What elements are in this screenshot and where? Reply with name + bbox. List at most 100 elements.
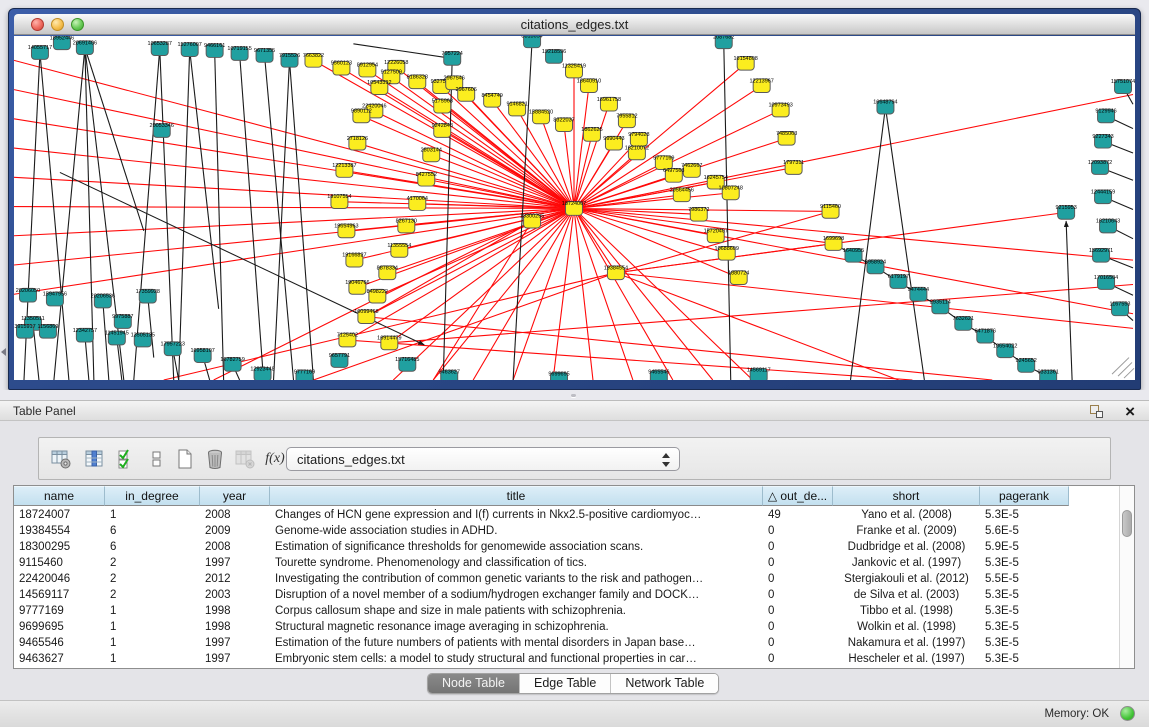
table-cell[interactable]: 1997 — [200, 555, 270, 571]
table-cell[interactable]: 5.3E-5 — [980, 651, 1069, 667]
table-cell[interactable]: 1 — [105, 619, 200, 635]
network-node[interactable]: 20206536 — [91, 294, 115, 308]
network-node[interactable]: 9975887 — [112, 314, 133, 328]
table-cell[interactable]: 1 — [105, 651, 200, 667]
table-cell[interactable]: Investigating the contribution of common… — [270, 571, 763, 587]
table-cell[interactable]: 9699695 — [14, 619, 105, 635]
table-cell[interactable]: 9115460 — [14, 555, 105, 571]
table-cell[interactable]: 0 — [763, 523, 833, 539]
table-cell[interactable]: 5.3E-5 — [980, 619, 1069, 635]
column-header-year[interactable]: year — [200, 486, 270, 506]
network-node[interactable]: 10973493 — [768, 103, 792, 117]
network-node[interactable]: 15751074 — [1111, 79, 1135, 93]
network-node[interactable]: 14569117 — [747, 368, 771, 380]
network-edge[interactable] — [240, 54, 264, 380]
table-cell[interactable]: Embryonic stem cells: a model to study s… — [270, 651, 763, 667]
table-cell[interactable]: 9465546 — [14, 635, 105, 651]
network-node[interactable]: 7957224 — [442, 51, 463, 65]
network-node[interactable]: 20564456 — [670, 187, 694, 201]
network-node[interactable]: 9699695 — [548, 372, 569, 380]
network-node[interactable]: 17957223 — [161, 341, 185, 355]
network-node[interactable]: 16914479 — [377, 336, 401, 350]
table-cell[interactable]: 0 — [763, 587, 833, 603]
network-node[interactable]: 9794028 — [628, 132, 649, 146]
network-graph[interactable]: 1872400795601238912954122260589127509818… — [14, 36, 1135, 380]
network-node[interactable]: 4170064 — [407, 196, 428, 210]
network-node[interactable]: 9560123 — [331, 61, 352, 75]
network-node[interactable]: 1167553 — [1110, 301, 1131, 315]
network-node[interactable]: 20206050 — [16, 288, 40, 302]
table-cell[interactable]: Disruption of a novel member of a sodium… — [270, 587, 763, 603]
column-header-title[interactable]: title — [270, 486, 763, 506]
column-header-in-degree[interactable]: in_degree — [105, 486, 200, 506]
network-node[interactable]: 7955812 — [616, 113, 637, 127]
table-cell[interactable]: 6 — [105, 523, 200, 539]
column-header-pagerank[interactable]: pagerank — [980, 486, 1069, 506]
network-node[interactable]: 2718126 — [347, 136, 368, 150]
table-cell[interactable]: Franke et al. (2009) — [833, 523, 980, 539]
table-cell[interactable]: Estimation of the future numbers of pati… — [270, 635, 763, 651]
network-edge[interactable] — [347, 340, 912, 380]
network-edge[interactable] — [616, 273, 898, 380]
network-node[interactable]: 17359928 — [136, 289, 160, 303]
network-node[interactable]: 1862625 — [581, 127, 602, 141]
network-node[interactable]: 9990443 — [603, 136, 624, 150]
network-node[interactable]: 2803144 — [421, 148, 442, 162]
scrollbar-thumb[interactable] — [1122, 510, 1132, 537]
table-cell[interactable]: 2 — [105, 587, 200, 603]
table-cell[interactable]: 19384554 — [14, 523, 105, 539]
table-row[interactable]: 1872400712008Changes of HCN gene express… — [14, 507, 1118, 523]
network-node[interactable]: 9657791 — [329, 353, 350, 367]
network-node[interactable]: 9215953 — [1055, 205, 1076, 219]
network-node[interactable]: 12213387 — [332, 163, 356, 177]
network-node[interactable]: 9146821 — [506, 102, 527, 116]
table-cell[interactable]: Jankovic et al. (1997) — [833, 555, 980, 571]
network-node[interactable]: 18952446 — [50, 36, 74, 50]
network-node[interactable]: 1156869 — [37, 324, 58, 338]
vertical-scrollbar[interactable] — [1119, 486, 1134, 668]
network-edge[interactable] — [85, 48, 144, 231]
network-node[interactable]: 8471876 — [975, 329, 996, 343]
network-node[interactable]: 5175968 — [432, 99, 453, 113]
table-cell[interactable]: Hescheler et al. (1997) — [833, 651, 980, 667]
table-cell[interactable]: 2 — [105, 571, 200, 587]
table-cell[interactable]: Corpus callosum shape and size in male p… — [270, 603, 763, 619]
table-cell[interactable]: 1 — [105, 603, 200, 619]
network-node[interactable]: 8912954 — [357, 63, 378, 77]
table-cell[interactable]: Nakamura et al. (1997) — [833, 635, 980, 651]
column-header-short[interactable]: short — [833, 486, 980, 506]
network-node[interactable]: 9115460 — [820, 204, 841, 218]
network-node[interactable]: 19166827 — [342, 253, 366, 267]
table-cell[interactable]: 1997 — [200, 635, 270, 651]
network-node[interactable]: 9245652 — [1016, 358, 1037, 372]
table-row[interactable]: 911546021997Tourette syndrome. Phenomeno… — [14, 555, 1118, 571]
table-row[interactable]: 2242004622012Investigating the contribut… — [14, 571, 1118, 587]
network-edge[interactable] — [215, 51, 224, 380]
table-cell[interactable]: 0 — [763, 603, 833, 619]
network-node[interactable]: 16782759 — [220, 357, 244, 371]
network-node[interactable]: 8267130 — [396, 219, 417, 233]
network-edge[interactable] — [574, 134, 592, 208]
network-node[interactable]: 8878334 — [377, 265, 398, 279]
network-node[interactable]: 9890112 — [351, 109, 372, 123]
table-cell[interactable]: 0 — [763, 635, 833, 651]
network-node[interactable]: 6497568 — [663, 168, 684, 182]
table-cell[interactable]: 1997 — [200, 651, 270, 667]
network-node[interactable]: 8813054 — [521, 36, 542, 48]
table-cell[interactable]: 6 — [105, 539, 200, 555]
network-node[interactable]: 7915526 — [279, 53, 300, 67]
network-edge[interactable] — [148, 296, 154, 357]
table-cell[interactable]: 5.3E-5 — [980, 587, 1069, 603]
table-cell[interactable]: 1 — [105, 635, 200, 651]
network-node[interactable]: 16958107 — [190, 348, 214, 362]
network-canvas[interactable]: 1872400795601238912954122260589127509818… — [14, 36, 1135, 380]
network-edge[interactable] — [574, 86, 589, 209]
table-cell[interactable]: 18724007 — [14, 507, 105, 523]
table-cell[interactable]: 5.3E-5 — [980, 603, 1069, 619]
network-node[interactable]: 15947956 — [43, 292, 67, 306]
network-node[interactable]: 20691406 — [73, 40, 97, 54]
table-cell[interactable]: 9463627 — [14, 651, 105, 667]
network-node[interactable]: 9474444 — [908, 287, 929, 301]
table-row[interactable]: 946554611997Estimation of the future num… — [14, 635, 1118, 651]
network-node[interactable]: 7632621 — [953, 316, 974, 330]
